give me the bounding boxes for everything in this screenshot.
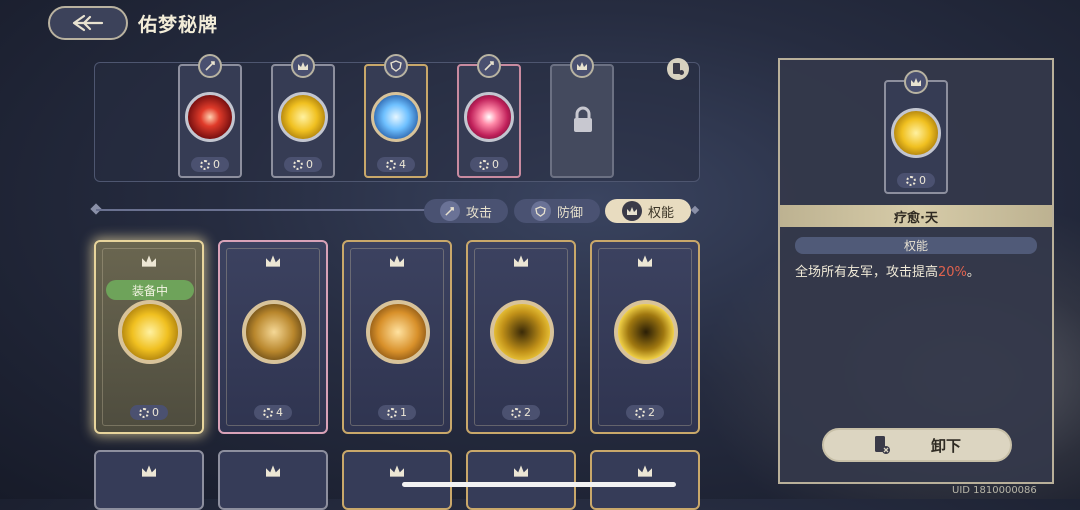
card-art-gold-statue bbox=[614, 300, 678, 364]
copy-count: 0 bbox=[130, 405, 168, 420]
crown-icon bbox=[514, 255, 528, 267]
tab-authority[interactable]: 权能 bbox=[605, 199, 691, 223]
gear-icon bbox=[200, 159, 210, 170]
user-id: UID 1810000086 bbox=[952, 485, 1037, 496]
card-art-gold-figure bbox=[118, 300, 182, 364]
unequip-button[interactable]: 卸下 bbox=[822, 428, 1012, 462]
crown-icon bbox=[266, 465, 280, 477]
crown-icon bbox=[266, 255, 280, 267]
card-gold-runner[interactable]: 1 bbox=[342, 240, 452, 434]
crown-icon bbox=[142, 255, 156, 267]
copy-count: 0 bbox=[191, 157, 229, 172]
crown-icon bbox=[390, 255, 404, 267]
tabs-line-end bbox=[690, 205, 700, 215]
home-indicator[interactable] bbox=[402, 482, 676, 487]
copy-count: 4 bbox=[377, 157, 415, 172]
detail-card-preview: 0 bbox=[884, 70, 948, 194]
gear-icon bbox=[263, 407, 273, 418]
gear-icon bbox=[511, 407, 521, 418]
card-row2-4[interactable] bbox=[466, 450, 576, 510]
copy-count: 2 bbox=[626, 405, 664, 420]
card-gold-gear[interactable]: 4 bbox=[218, 240, 328, 434]
tab-attack[interactable]: 攻击 bbox=[424, 199, 508, 223]
equipped-slot-5-locked bbox=[550, 54, 614, 178]
equipped-badge: 装备中 bbox=[106, 280, 194, 300]
card-description: 全场所有友军，攻击提高20%。 bbox=[795, 265, 980, 280]
crown-icon bbox=[291, 54, 315, 78]
card-art-pink-burst bbox=[464, 92, 514, 142]
copy-count: 0 bbox=[897, 173, 935, 188]
crown-icon bbox=[904, 70, 928, 94]
card-row2-2[interactable] bbox=[218, 450, 328, 510]
card-art-gold-figure bbox=[278, 92, 328, 142]
equipped-slot-3[interactable]: 4 bbox=[364, 54, 428, 178]
gear-icon bbox=[139, 407, 149, 418]
crown-icon bbox=[390, 465, 404, 477]
sword-icon bbox=[198, 54, 222, 78]
sword-icon bbox=[477, 54, 501, 78]
crown-icon bbox=[142, 465, 156, 477]
gear-icon bbox=[293, 159, 303, 170]
gear-icon bbox=[635, 407, 645, 418]
gear-icon bbox=[479, 159, 489, 170]
equipped-slot-2[interactable]: 0 bbox=[271, 54, 335, 178]
card-row2-5[interactable] bbox=[590, 450, 700, 510]
card-art-ice-crystal bbox=[371, 92, 421, 142]
shield-icon bbox=[530, 201, 551, 221]
card-type: 权能 bbox=[795, 237, 1037, 254]
crown-icon bbox=[621, 201, 642, 221]
card-row2-3[interactable] bbox=[342, 450, 452, 510]
card-healing-sky[interactable]: 装备中 0 bbox=[94, 240, 204, 434]
copy-count: 0 bbox=[470, 157, 508, 172]
lock-icon bbox=[574, 106, 592, 132]
card-gold-statue[interactable]: 2 bbox=[590, 240, 700, 434]
back-button[interactable] bbox=[48, 6, 128, 40]
tabs-line bbox=[96, 209, 426, 211]
gear-icon bbox=[386, 159, 396, 170]
copy-count: 1 bbox=[378, 405, 416, 420]
description-value: 20% bbox=[938, 265, 967, 280]
card-row2-1[interactable] bbox=[94, 450, 204, 510]
sword-icon bbox=[439, 201, 460, 221]
shield-icon bbox=[384, 54, 408, 78]
card-art-gold-fist bbox=[490, 300, 554, 364]
crown-icon bbox=[638, 255, 652, 267]
back-arrow-icon bbox=[72, 14, 104, 32]
page-title: 佑梦秘牌 bbox=[138, 14, 219, 36]
swap-card-icon[interactable] bbox=[667, 58, 689, 80]
card-art-gold-runner bbox=[366, 300, 430, 364]
copy-count: 2 bbox=[502, 405, 540, 420]
card-remove-icon bbox=[874, 436, 890, 454]
card-art-gold-gear bbox=[242, 300, 306, 364]
crown-icon bbox=[514, 465, 528, 477]
gear-icon bbox=[387, 407, 397, 418]
gear-icon bbox=[906, 175, 916, 186]
card-art-red-burst bbox=[185, 92, 235, 142]
card-name: 疗愈·天 bbox=[780, 205, 1052, 227]
crown-icon bbox=[570, 54, 594, 78]
card-gold-fist[interactable]: 2 bbox=[466, 240, 576, 434]
crown-icon bbox=[638, 465, 652, 477]
copy-count: 0 bbox=[284, 157, 322, 172]
equipped-slot-1[interactable]: 0 bbox=[178, 54, 242, 178]
copy-count: 4 bbox=[254, 405, 292, 420]
tab-defense[interactable]: 防御 bbox=[514, 199, 600, 223]
equipped-slot-4[interactable]: 0 bbox=[457, 54, 521, 178]
card-art-gold-figure bbox=[891, 108, 941, 158]
